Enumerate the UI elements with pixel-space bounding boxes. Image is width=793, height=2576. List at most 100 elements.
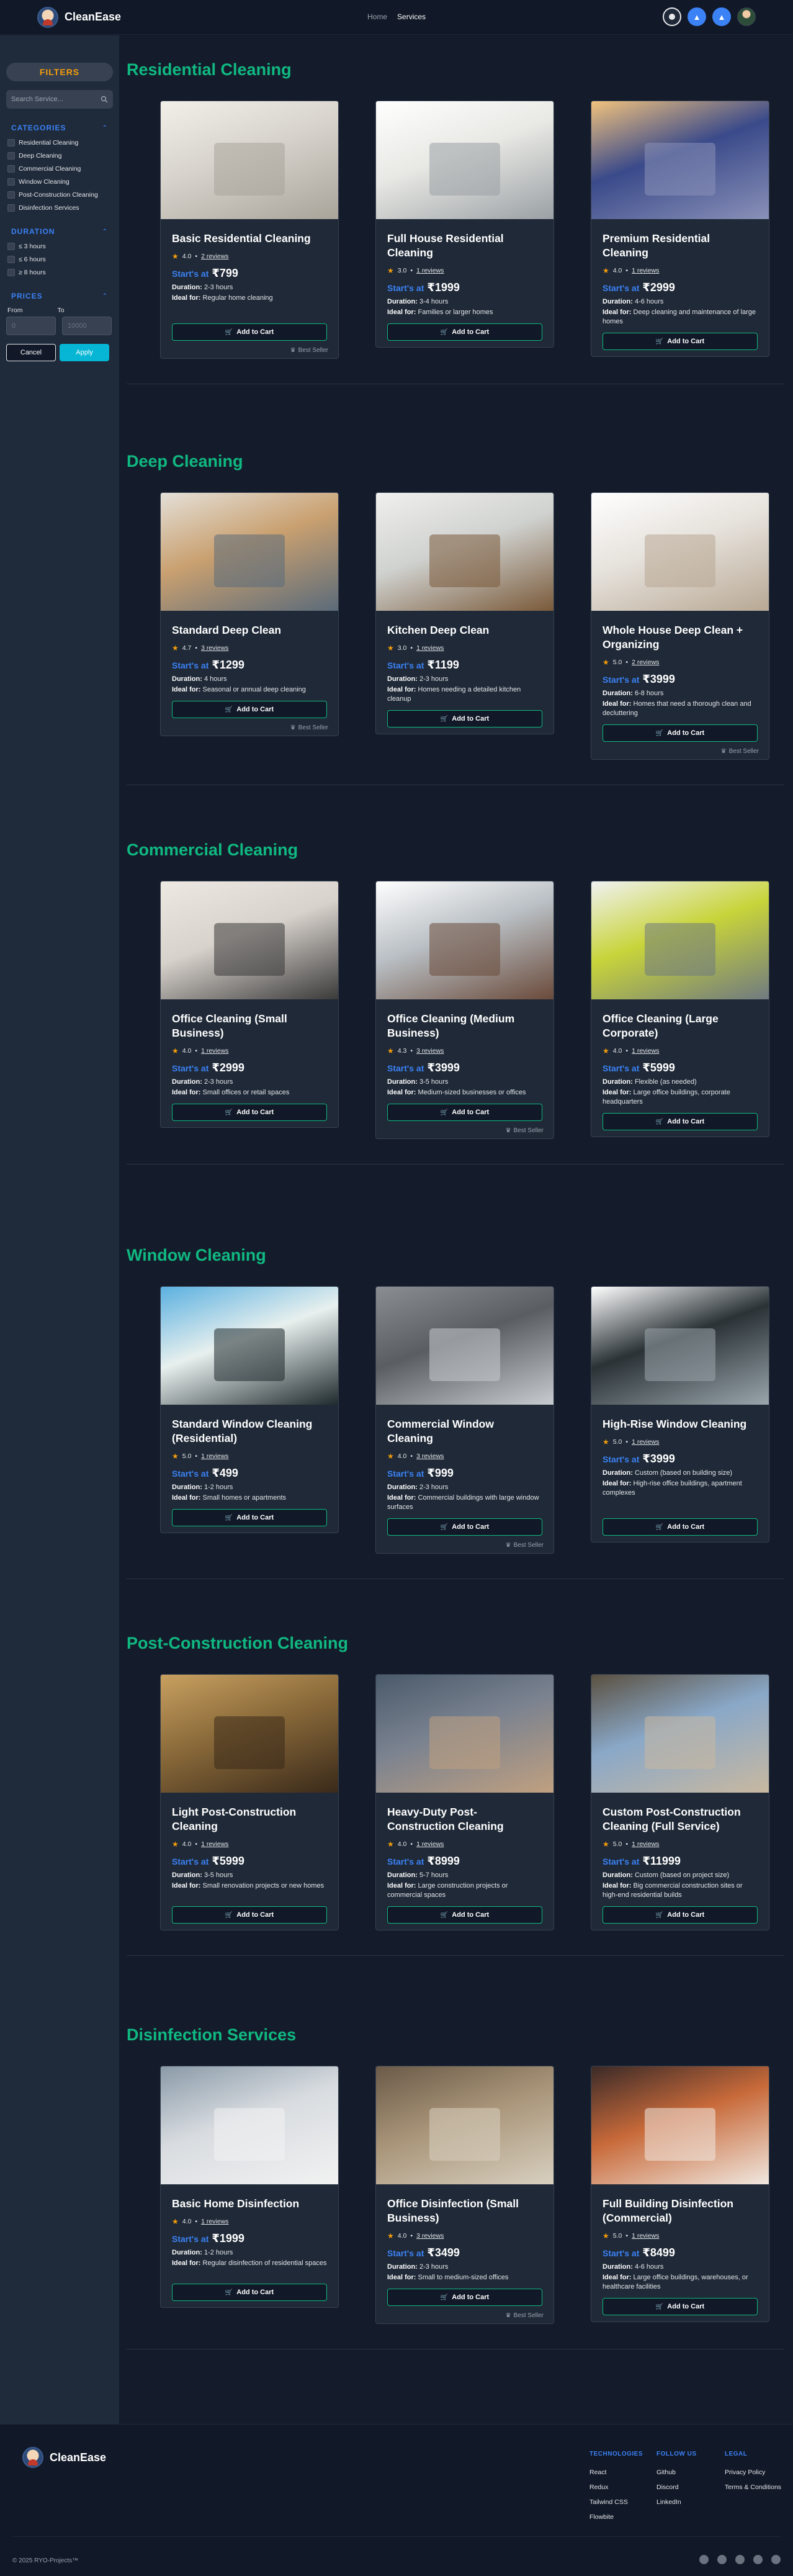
reviews-link[interactable]: 3 reviews (201, 644, 228, 652)
add-to-cart-button[interactable]: 🛒 Add to Cart (172, 323, 327, 341)
duration-label: Duration: (172, 1484, 202, 1491)
apply-button[interactable]: Apply (60, 344, 109, 361)
prices-header[interactable]: PRICES ⌃ (11, 292, 108, 300)
category-checkbox[interactable]: Disinfection Services (7, 204, 113, 212)
add-to-cart-button[interactable]: 🛒 Add to Cart (603, 1518, 758, 1536)
category-checkbox[interactable]: Residential Cleaning (7, 138, 113, 147)
duration-label: Duration: (172, 1078, 202, 1086)
footer-brand[interactable]: CleanEase (22, 2447, 106, 2468)
notification-button[interactable]: ▲ (712, 7, 731, 26)
duration-checkbox[interactable]: ≥ 8 hours (7, 268, 113, 277)
reviews-link[interactable]: 1 reviews (416, 644, 444, 652)
footer-link[interactable]: Privacy Policy (725, 2469, 781, 2476)
footer-link[interactable]: Github (656, 2469, 697, 2476)
category-checkbox[interactable]: Commercial Cleaning (7, 164, 113, 173)
service-image (591, 881, 769, 999)
reviews-link[interactable]: 1 reviews (201, 1840, 228, 1848)
ideal-label: Ideal for: (387, 1494, 416, 1502)
reviews-link[interactable]: 1 reviews (632, 267, 659, 274)
footer-link[interactable]: Flowbite (589, 2513, 643, 2521)
reviews-link[interactable]: 1 reviews (201, 2218, 228, 2225)
discord-icon[interactable] (717, 2555, 727, 2564)
add-to-cart-button[interactable]: 🛒 Add to Cart (387, 1906, 542, 1924)
reviews-link[interactable]: 3 reviews (416, 2232, 444, 2240)
add-to-cart-button[interactable]: 🛒 Add to Cart (172, 2284, 327, 2301)
add-to-cart-button[interactable]: 🛒 Add to Cart (172, 1906, 327, 1924)
category-checkbox[interactable]: Deep Cleaning (7, 151, 113, 160)
github-icon[interactable] (771, 2555, 781, 2564)
add-to-cart-button[interactable]: 🛒 Add to Cart (603, 1906, 758, 1924)
add-to-cart-button[interactable]: 🛒 Add to Cart (172, 1509, 327, 1526)
category-checkbox[interactable]: Window Cleaning (7, 178, 113, 186)
theme-toggle-button[interactable] (663, 7, 681, 26)
nav-home-link[interactable]: Home (367, 12, 387, 21)
add-to-cart-button[interactable]: 🛒 Add to Cart (387, 1518, 542, 1536)
add-to-cart-button[interactable]: 🛒 Add to Cart (603, 333, 758, 350)
checkbox[interactable] (7, 178, 15, 186)
checkbox[interactable] (7, 139, 15, 146)
add-to-cart-button[interactable]: 🛒 Add to Cart (387, 2289, 542, 2306)
chevron-up-icon: ⌃ (102, 124, 108, 132)
duration-label: Duration: (387, 2263, 418, 2271)
user-avatar[interactable] (737, 7, 756, 26)
checkbox[interactable] (7, 152, 15, 160)
service-image (161, 1287, 338, 1405)
price-row: Start's at ₹3999 (603, 673, 758, 686)
checkbox[interactable] (7, 243, 15, 250)
reviews-link[interactable]: 1 reviews (201, 1047, 228, 1055)
reviews-link[interactable]: 2 reviews (201, 253, 228, 260)
reviews-link[interactable]: 1 reviews (632, 2232, 659, 2240)
checkbox[interactable] (7, 191, 15, 199)
reviews-link[interactable]: 1 reviews (632, 1438, 659, 1446)
add-to-cart-button[interactable]: 🛒 Add to Cart (387, 323, 542, 341)
twitter-icon[interactable] (753, 2555, 763, 2564)
cart-button[interactable]: ▲ (688, 7, 706, 26)
facebook-icon[interactable] (699, 2555, 709, 2564)
category-checkbox[interactable]: Post-Construction Cleaning (7, 191, 113, 199)
reviews-link[interactable]: 1 reviews (201, 1452, 228, 1460)
footer-link[interactable]: React (589, 2469, 643, 2476)
reviews-link[interactable]: 1 reviews (632, 1840, 659, 1848)
duration-header[interactable]: DURATION ⌃ (11, 227, 108, 236)
add-to-cart-button[interactable]: 🛒 Add to Cart (172, 701, 327, 718)
price-row: Start's at ₹2999 (603, 281, 758, 294)
rating-value: 5.0 (612, 1840, 622, 1848)
checkbox[interactable] (7, 269, 15, 276)
reviews-link[interactable]: 1 reviews (416, 267, 444, 274)
reviews-link[interactable]: 3 reviews (416, 1452, 444, 1460)
footer-link[interactable]: Redux (589, 2484, 643, 2491)
rating-value: 5.0 (612, 1438, 622, 1446)
price-to-input[interactable]: 10000 (62, 317, 112, 335)
reviews-link[interactable]: 1 reviews (632, 1047, 659, 1055)
brand-logo[interactable]: CleanEase (37, 6, 121, 28)
add-to-cart-button[interactable]: 🛒 Add to Cart (603, 2298, 758, 2315)
nav-services-link[interactable]: Services (397, 12, 426, 21)
checkbox[interactable] (7, 256, 15, 263)
checkbox[interactable] (7, 165, 15, 173)
add-to-cart-button[interactable]: 🛒 Add to Cart (603, 1113, 758, 1130)
reviews-link[interactable]: 3 reviews (416, 1047, 444, 1055)
checkbox[interactable] (7, 204, 15, 212)
reviews-link[interactable]: 1 reviews (416, 1840, 444, 1848)
add-to-cart-button[interactable]: 🛒 Add to Cart (387, 1104, 542, 1121)
service-section: Residential Cleaning Basic Residential Cl… (127, 60, 793, 420)
rating-row: ★ 4.0 • 1 reviews (172, 1047, 327, 1055)
duration-checkbox[interactable]: ≤ 6 hours (7, 255, 113, 264)
categories-header[interactable]: CATEGORIES ⌃ (11, 124, 108, 132)
add-to-cart-button[interactable]: 🛒 Add to Cart (172, 1104, 327, 1121)
footer-divider (12, 2536, 781, 2537)
instagram-icon[interactable] (735, 2555, 745, 2564)
add-to-cart-button[interactable]: 🛒 Add to Cart (603, 724, 758, 742)
ideal-value: Families or larger homes (418, 308, 493, 316)
cancel-button[interactable]: Cancel (6, 344, 56, 361)
footer-link[interactable]: Tailwind CSS (589, 2498, 643, 2506)
duration-checkbox[interactable]: ≤ 3 hours (7, 242, 113, 251)
footer-link[interactable]: Discord (656, 2484, 697, 2491)
footer-link[interactable]: Terms & Conditions (725, 2484, 781, 2491)
add-to-cart-button[interactable]: 🛒 Add to Cart (387, 710, 542, 727)
logo-icon (22, 2447, 43, 2468)
footer-link[interactable]: LinkedIn (656, 2498, 697, 2506)
reviews-link[interactable]: 2 reviews (632, 659, 659, 666)
price-from-input[interactable]: 0 (6, 317, 56, 335)
service-search-input[interactable]: Search Service... (6, 90, 113, 109)
